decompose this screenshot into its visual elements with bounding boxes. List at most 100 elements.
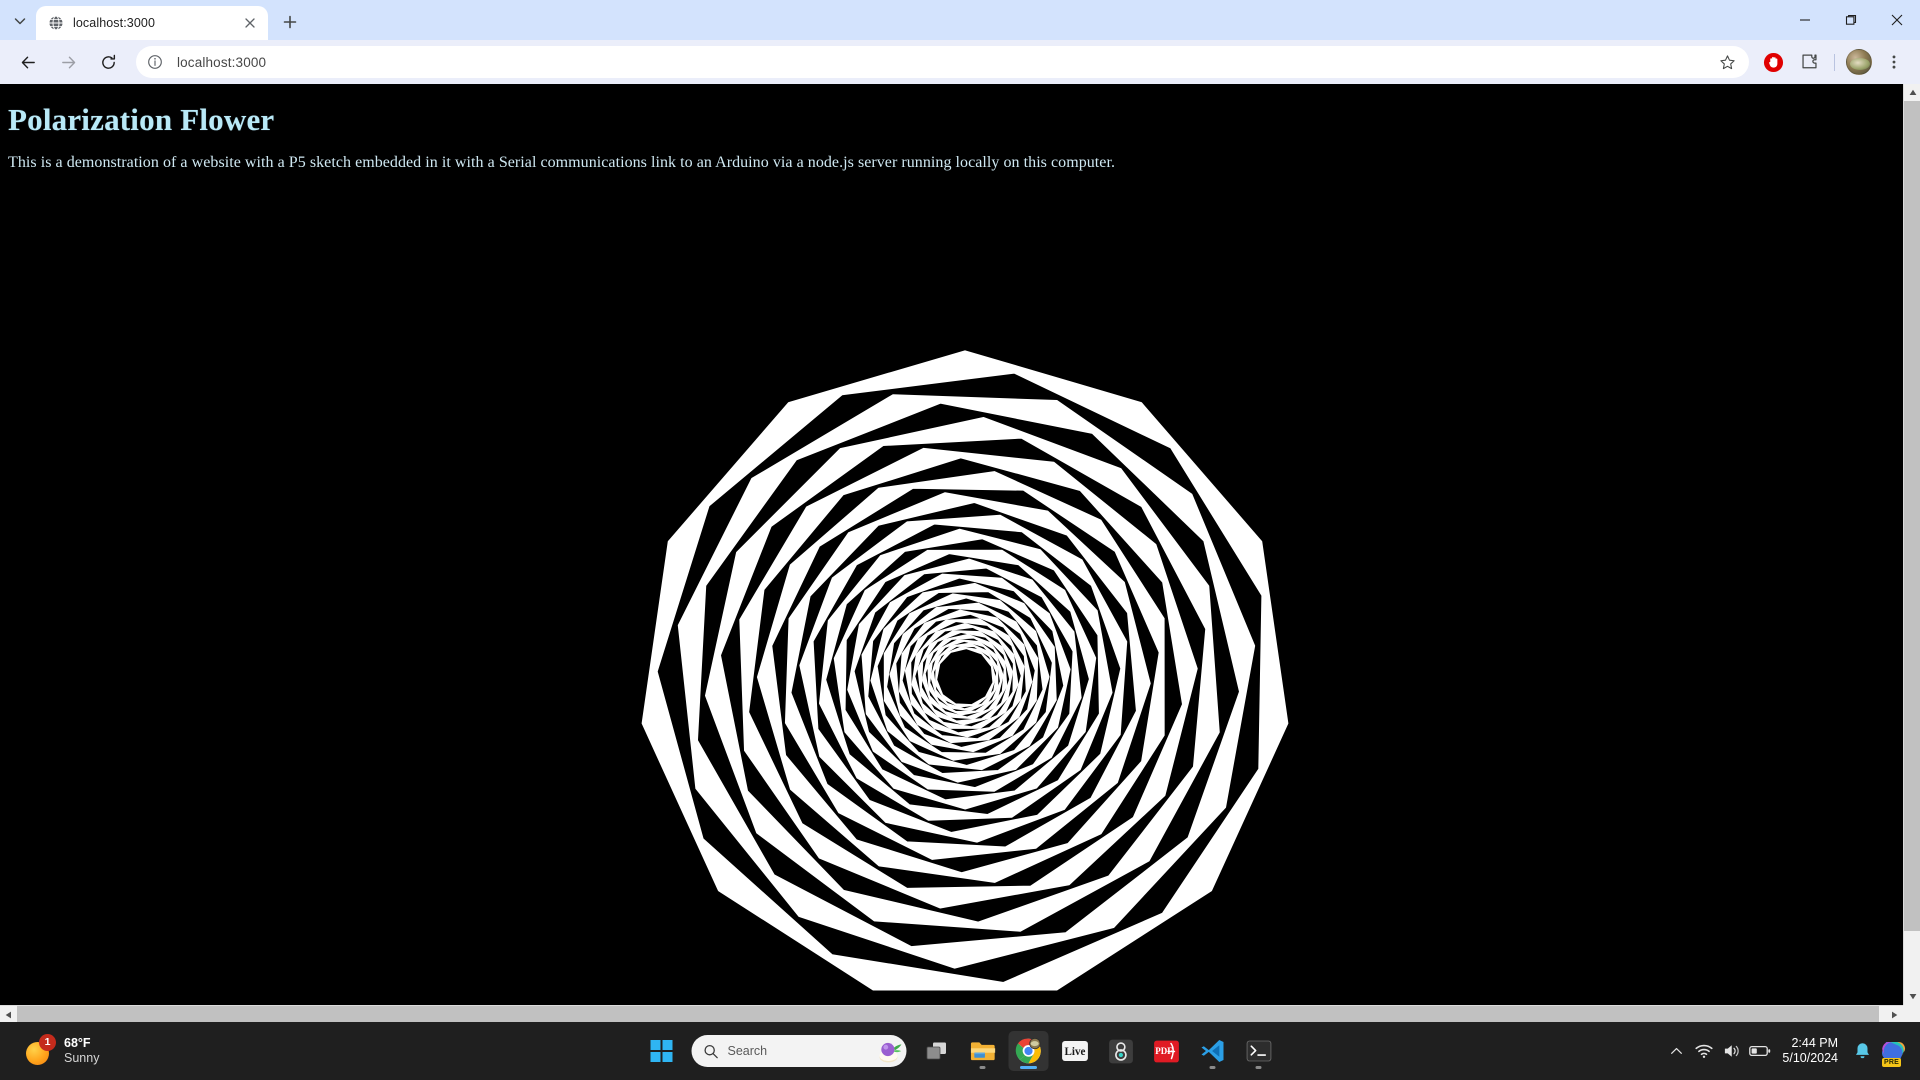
page-title: Polarization Flower [8, 102, 275, 137]
site-info-button[interactable] [142, 49, 168, 75]
chrome-menu-button[interactable] [1879, 47, 1909, 77]
maximize-icon [1845, 15, 1857, 25]
wifi-icon [1695, 1044, 1713, 1058]
close-icon [1891, 14, 1903, 26]
tray-overflow-button[interactable] [1662, 1034, 1690, 1068]
minimize-icon [1800, 19, 1810, 21]
search-icon [704, 1044, 718, 1058]
page-viewport: Polarization Flower This is a demonstrat… [0, 84, 1920, 1022]
bell-icon [1855, 1043, 1869, 1059]
window-maximize-button[interactable] [1828, 0, 1874, 40]
system-tray: 2:44 PM 5/10/2024 PRE [1662, 1022, 1920, 1080]
arrow-left-icon [21, 56, 35, 68]
wifi-button[interactable] [1690, 1034, 1718, 1068]
windows-start-icon [650, 1040, 673, 1062]
taskbar-search-box[interactable]: Search [691, 1035, 907, 1067]
caret-right-icon [1892, 1011, 1898, 1018]
toolbar-divider [1834, 53, 1835, 71]
speaker-icon [1724, 1045, 1739, 1057]
taskbar-app-p5-editor[interactable] [1101, 1031, 1141, 1071]
clock-date: 5/10/2024 [1782, 1051, 1838, 1065]
weather-widget[interactable]: 1 68°F Sunny [18, 1031, 109, 1071]
star-icon [1719, 54, 1735, 69]
start-button[interactable] [642, 1031, 682, 1071]
reload-icon [101, 54, 115, 69]
scroll-down-button[interactable] [1904, 988, 1920, 1005]
chevron-down-icon [14, 18, 26, 25]
tab-close-button[interactable] [240, 13, 260, 33]
app-running-indicator [1209, 1066, 1216, 1069]
pdf-icon: PDF [1154, 1040, 1179, 1062]
volume-button[interactable] [1718, 1034, 1746, 1068]
url-text: localhost:3000 [177, 54, 267, 70]
notifications-button[interactable] [1848, 1034, 1876, 1068]
caret-down-icon [1909, 994, 1916, 1000]
task-view-button[interactable] [917, 1031, 957, 1071]
extensions-button[interactable] [1794, 47, 1824, 77]
chevron-up-icon [1670, 1047, 1682, 1054]
scroll-up-button[interactable] [1904, 84, 1920, 101]
weather-temperature: 68°F [64, 1035, 91, 1050]
three-dots-vertical-icon [1892, 55, 1896, 69]
app-running-indicator [979, 1066, 986, 1069]
scroll-left-button[interactable] [0, 1006, 17, 1022]
browser-tab-title: localhost:3000 [73, 16, 156, 30]
back-button[interactable] [12, 46, 44, 78]
plus-icon [283, 15, 297, 29]
globe-icon [48, 15, 64, 31]
new-tab-button[interactable] [276, 8, 304, 36]
arrow-right-icon [61, 56, 75, 68]
taskbar-center-group: Search Live PDF [642, 1031, 1279, 1071]
horizontal-scrollbar-thumb[interactable] [17, 1006, 1879, 1022]
browser-tab[interactable]: localhost:3000 [36, 6, 268, 40]
adblock-hand-icon [1763, 52, 1783, 72]
windows-taskbar: 1 68°F Sunny Search Live PDF 2:44 PM 5/1… [0, 1022, 1920, 1080]
window-minimize-button[interactable] [1782, 0, 1828, 40]
weather-badge: 1 [39, 1034, 56, 1051]
folder-icon [970, 1042, 995, 1061]
taskbar-app-google-chrome[interactable] [1008, 1031, 1049, 1071]
taskbar-app-terminal[interactable] [1239, 1031, 1279, 1071]
app-active-indicator [1020, 1066, 1037, 1069]
scroll-right-button[interactable] [1886, 1006, 1903, 1022]
battery-icon [1749, 1045, 1771, 1057]
terminal-prompt-icon [1246, 1040, 1271, 1062]
clock[interactable]: 2:44 PM 5/10/2024 [1774, 1036, 1848, 1067]
copilot-preview-badge: PRE [1882, 1058, 1901, 1067]
scrollbar-corner [1903, 1005, 1920, 1022]
window-close-button[interactable] [1874, 0, 1920, 40]
browser-window: localhost:3000 localhost:3000 Polarizati… [0, 0, 1920, 1022]
vertical-scrollbar[interactable] [1903, 84, 1920, 1005]
reload-button[interactable] [92, 46, 124, 78]
browser-toolbar: localhost:3000 [0, 40, 1920, 84]
copilot-button[interactable]: PRE [1878, 1036, 1908, 1067]
taskbar-app-file-explorer[interactable] [963, 1031, 1003, 1071]
web-page-content: Polarization Flower This is a demonstrat… [0, 84, 1903, 1022]
address-bar[interactable]: localhost:3000 [136, 46, 1749, 78]
taskbar-app-pdf-reader[interactable]: PDF [1147, 1031, 1187, 1071]
adblock-extension-button[interactable] [1758, 47, 1788, 77]
profile-avatar[interactable] [1846, 49, 1872, 75]
tab-search-button[interactable] [6, 7, 34, 35]
forward-button[interactable] [52, 46, 84, 78]
window-controls [1782, 0, 1920, 40]
taskbar-app-live-server[interactable]: Live [1055, 1031, 1095, 1071]
horizontal-scrollbar[interactable] [0, 1005, 1920, 1022]
taskbar-app-visual-studio-code[interactable] [1193, 1031, 1233, 1071]
app-running-indicator [1255, 1066, 1262, 1069]
close-icon [245, 18, 255, 28]
infinity-loop-icon [1108, 1039, 1133, 1063]
weather-condition: Sunny [64, 1051, 100, 1065]
search-input[interactable]: Search [728, 1044, 877, 1058]
live-icon: Live [1061, 1040, 1088, 1062]
clock-time: 2:44 PM [1791, 1035, 1838, 1050]
polarization-flower-p5-sketch[interactable] [632, 344, 1298, 1010]
extensions-puzzle-icon [1801, 53, 1817, 68]
page-description: This is a demonstration of a website wit… [8, 154, 1116, 171]
vertical-scrollbar-thumb[interactable] [1904, 101, 1920, 931]
sun-icon: 1 [22, 1034, 56, 1068]
battery-button[interactable] [1746, 1034, 1774, 1068]
svg-text:Live: Live [1064, 1046, 1085, 1058]
bookmark-button[interactable] [1713, 48, 1741, 76]
vscode-icon [1201, 1040, 1224, 1062]
